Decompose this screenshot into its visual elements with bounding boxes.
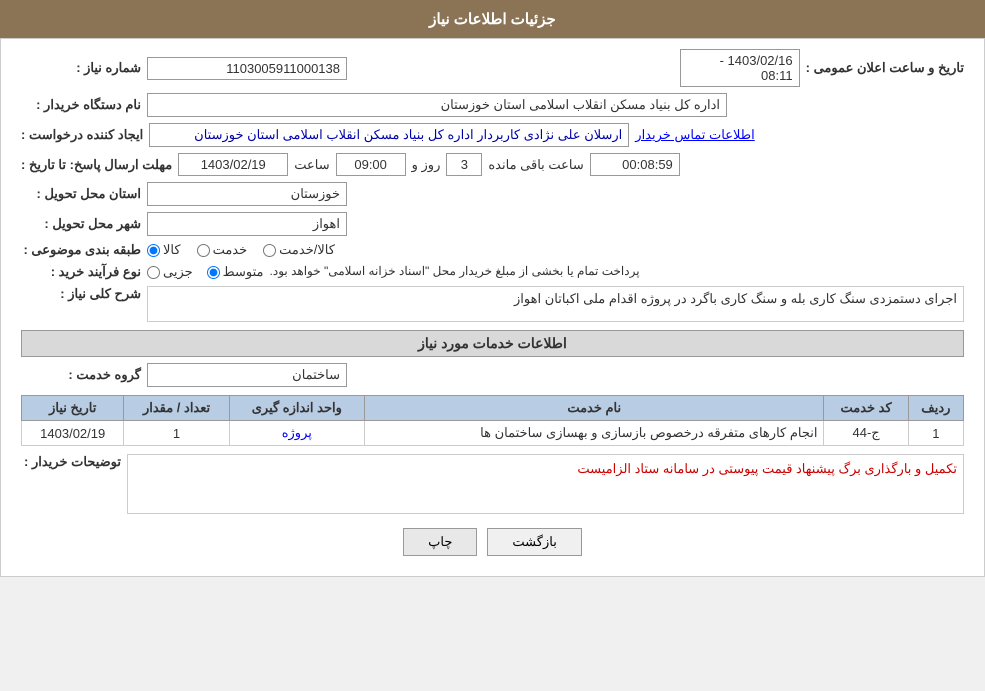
category-kala-khidmat-radio[interactable] — [263, 244, 276, 257]
page-title: جزئیات اطلاعات نیاز — [429, 11, 556, 28]
button-row: بازگشت چاپ — [21, 528, 964, 556]
announce-datetime-value: 1403/02/16 - 08:11 — [680, 49, 800, 87]
purchase-type-radios: متوسط جزیی — [147, 264, 264, 280]
category-khidmat[interactable]: خدمت — [197, 242, 248, 258]
cell-row: 1 — [908, 421, 963, 446]
category-kala[interactable]: کالا — [147, 242, 181, 258]
reply-deadline-row: 00:08:59 ساعت باقی مانده 3 روز و 09:00 س… — [21, 153, 964, 176]
purchase-type-note: پرداخت تمام یا بخشی از مبلغ خریدار محل "… — [270, 264, 640, 278]
description-row: اجرای دستمزدی سنگ کاری بله و سنگ کاری با… — [21, 286, 964, 322]
purchase-type-label: نوع فرآیند خرید : — [21, 264, 141, 280]
announce-datetime-label: تاریخ و ساعت اعلان عمومی : — [806, 60, 964, 76]
need-number-row: تاریخ و ساعت اعلان عمومی : 1403/02/16 - … — [21, 49, 964, 87]
back-button[interactable]: بازگشت — [487, 528, 581, 556]
reply-remaining-value: 00:08:59 — [590, 153, 680, 176]
description-value: اجرای دستمزدی سنگ کاری بله و سنگ کاری با… — [147, 286, 964, 322]
cell-name: انجام کارهای متفرقه درخصوص بازسازی و بهس… — [364, 421, 823, 446]
services-table: ردیف کد خدمت نام خدمت واحد اندازه گیری ت… — [21, 395, 964, 446]
reply-deadline-label: مهلت ارسال پاسخ: تا تاریخ : — [21, 157, 172, 173]
category-row: کالا/خدمت خدمت کالا طبقه بندی موضوعی : — [21, 242, 964, 258]
purchase-partial-radio[interactable] — [147, 266, 160, 279]
cell-date: 1403/02/19 — [22, 421, 124, 446]
buyer-org-row: اداره کل بنیاد مسکن انقلاب اسلامی استان … — [21, 93, 964, 117]
category-kala-khidmat[interactable]: کالا/خدمت — [263, 242, 335, 258]
buyer-description-label: توضیحات خریدار : — [21, 454, 121, 470]
province-value: خوزستان — [147, 182, 347, 206]
reply-days-label: روز و — [412, 157, 441, 173]
city-value: اهواز — [147, 212, 347, 236]
category-kala-khidmat-label: کالا/خدمت — [279, 242, 335, 258]
description-label: شرح کلی نیاز : — [21, 286, 141, 302]
purchase-partial-label: جزیی — [163, 264, 193, 280]
reply-remaining-label: ساعت باقی مانده — [488, 157, 583, 173]
province-label: استان محل تحویل : — [21, 186, 141, 202]
col-name: نام خدمت — [364, 396, 823, 421]
purchase-medium[interactable]: متوسط — [207, 264, 264, 280]
contact-link[interactable]: اطلاعات تماس خریدار — [635, 127, 754, 143]
creator-row: اطلاعات تماس خریدار ارسلان علی نژادی کار… — [21, 123, 964, 147]
services-table-section: ردیف کد خدمت نام خدمت واحد اندازه گیری ت… — [21, 395, 964, 446]
purchase-medium-radio[interactable] — [207, 266, 220, 279]
reply-time-value: 09:00 — [336, 153, 406, 176]
category-label: طبقه بندی موضوعی : — [21, 242, 141, 258]
col-code: کد خدمت — [824, 396, 908, 421]
category-khidmat-radio[interactable] — [197, 244, 210, 257]
city-row: اهواز شهر محل تحویل : — [21, 212, 964, 236]
page-wrapper: جزئیات اطلاعات نیاز تاریخ و ساعت اعلان ع… — [0, 0, 985, 577]
province-row: خوزستان استان محل تحویل : — [21, 182, 964, 206]
need-number-value: 1103005911000138 — [147, 57, 347, 80]
service-group-value: ساختمان — [147, 363, 347, 387]
col-row: ردیف — [908, 396, 963, 421]
col-date: تاریخ نیاز — [22, 396, 124, 421]
buyer-description-row: تکمیل و بارگذاری برگ پیشنهاد قیمت پیوستی… — [21, 454, 964, 514]
buyer-org-label: نام دستگاه خریدار : — [21, 97, 141, 113]
category-kala-radio[interactable] — [147, 244, 160, 257]
col-unit: واحد اندازه گیری — [229, 396, 364, 421]
main-content: تاریخ و ساعت اعلان عمومی : 1403/02/16 - … — [0, 38, 985, 577]
buyer-org-value: اداره کل بنیاد مسکن انقلاب اسلامی استان … — [147, 93, 727, 117]
print-button[interactable]: چاپ — [403, 528, 477, 556]
purchase-medium-label: متوسط — [223, 264, 264, 280]
category-khidmat-label: خدمت — [213, 242, 248, 258]
purchase-partial[interactable]: جزیی — [147, 264, 193, 280]
buyer-description-value: تکمیل و بارگذاری برگ پیشنهاد قیمت پیوستی… — [127, 454, 964, 514]
service-group-label: گروه خدمت : — [21, 367, 141, 383]
category-kala-label: کالا — [163, 242, 181, 258]
reply-date-value: 1403/02/19 — [178, 153, 288, 176]
reply-days-value: 3 — [446, 153, 482, 176]
city-label: شهر محل تحویل : — [21, 216, 141, 232]
services-section-title: اطلاعات خدمات مورد نیاز — [21, 330, 964, 357]
creator-value: ارسلان علی نژادی کاربردار اداره کل بنیاد… — [149, 123, 629, 147]
need-number-label: شماره نیاز : — [21, 60, 141, 76]
cell-unit: پروژه — [229, 421, 364, 446]
cell-code: ج-44 — [824, 421, 908, 446]
reply-time-label: ساعت — [294, 157, 329, 173]
purchase-type-row: پرداخت تمام یا بخشی از مبلغ خریدار محل "… — [21, 264, 964, 280]
service-group-row: ساختمان گروه خدمت : — [21, 363, 964, 387]
page-header: جزئیات اطلاعات نیاز — [0, 0, 985, 38]
category-radio-group: کالا/خدمت خدمت کالا — [147, 242, 335, 258]
table-row: 1 ج-44 انجام کارهای متفرقه درخصوص بازساز… — [22, 421, 964, 446]
cell-quantity: 1 — [124, 421, 229, 446]
col-quantity: تعداد / مقدار — [124, 396, 229, 421]
creator-label: ایجاد کننده درخواست : — [21, 127, 143, 143]
